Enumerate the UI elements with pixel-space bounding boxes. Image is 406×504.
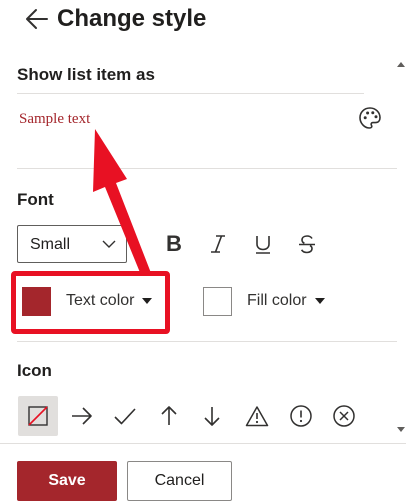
scrollbar[interactable] (399, 72, 403, 422)
font-section-label: Font (17, 190, 54, 209)
fill-color-label: Fill color (247, 292, 307, 309)
caret-down-icon (314, 298, 325, 304)
icon-option-warning[interactable] (237, 396, 277, 436)
warning-icon (245, 406, 269, 427)
text-color-label: Text color (66, 292, 135, 309)
style-palette-button[interactable] (357, 105, 383, 131)
icon-option-none[interactable] (18, 396, 58, 436)
icon-option-error[interactable] (324, 396, 364, 436)
font-size-dropdown[interactable]: Small (17, 225, 127, 263)
bold-icon: B (166, 231, 182, 256)
show-list-item-label: Show list item as (17, 65, 155, 84)
strikethrough-button[interactable] (292, 229, 322, 259)
error-circle-icon (333, 405, 355, 427)
palette-icon (359, 107, 381, 129)
divider (17, 93, 364, 94)
scroll-down-icon[interactable] (396, 422, 406, 436)
save-button[interactable]: Save (17, 461, 117, 501)
scroll-up-icon[interactable] (396, 58, 406, 72)
font-size-value: Small (30, 236, 71, 253)
none-icon (28, 406, 48, 426)
icon-section-label: Icon (17, 361, 52, 380)
arrow-down-icon (204, 407, 220, 426)
icon-option-arrow-right[interactable] (62, 396, 102, 436)
page-title: Change style (57, 5, 207, 32)
icon-option-important[interactable] (281, 396, 321, 436)
italic-icon (211, 235, 225, 253)
important-icon (290, 405, 312, 427)
icon-option-arrow-up[interactable] (149, 396, 189, 436)
arrow-right-icon (72, 407, 92, 425)
checkmark-icon (114, 408, 136, 425)
divider (17, 168, 397, 169)
fill-color-swatch (203, 286, 232, 316)
italic-button[interactable] (203, 229, 233, 259)
fill-color-button[interactable]: Fill color (203, 284, 325, 318)
icon-option-checkmark[interactable] (105, 396, 145, 436)
arrow-up-icon (161, 406, 177, 425)
back-button[interactable] (24, 5, 50, 33)
chevron-down-icon (102, 240, 116, 248)
cancel-button[interactable]: Cancel (127, 461, 232, 501)
icon-option-arrow-down[interactable] (192, 396, 232, 436)
text-color-swatch (22, 286, 51, 316)
divider (17, 341, 397, 342)
caret-down-icon (142, 298, 153, 304)
text-color-button[interactable]: Text color (22, 284, 153, 318)
bold-button[interactable]: B (159, 229, 189, 259)
underline-icon (256, 236, 270, 254)
underline-button[interactable] (248, 229, 278, 259)
arrow-left-icon (26, 9, 48, 29)
sample-text-preview: Sample text (19, 111, 91, 127)
strikethrough-icon (299, 235, 315, 254)
